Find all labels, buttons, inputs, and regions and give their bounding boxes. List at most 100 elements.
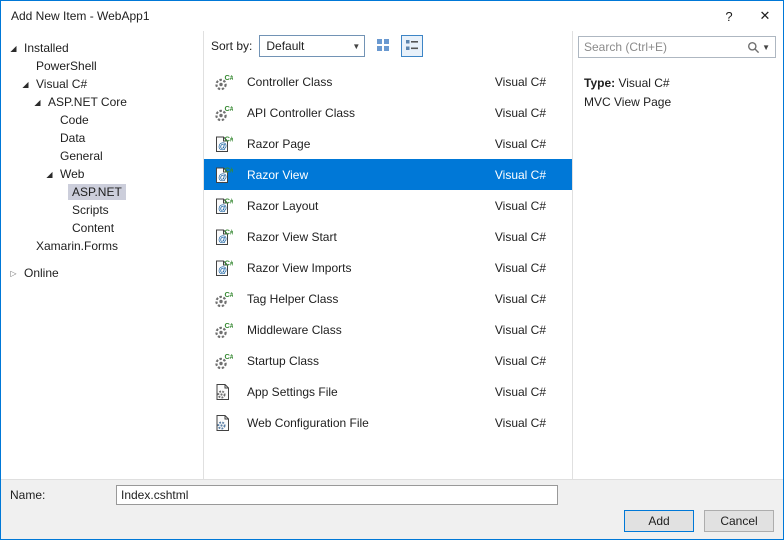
tree-item-label: Code [60,113,89,127]
details-panel: ▼ Type: Visual C# MVC View Page [572,31,783,479]
name-input[interactable] [116,485,558,505]
tree-expanded-arrow-icon[interactable]: ◢ [19,80,32,89]
sort-dropdown-value: Default [266,39,305,53]
svg-text:C#: C# [225,104,234,113]
template-item-razor-view-start[interactable]: @ C# Razor View Start Visual C# [204,221,572,252]
svg-text:C#: C# [225,73,234,82]
cancel-button[interactable]: Cancel [704,510,774,532]
template-details: Type: Visual C# MVC View Page [578,58,776,112]
template-panel: Sort by: Default ▼ C Controller Class Vi… [204,31,572,479]
template-item-language: Visual C# [494,105,546,120]
svg-text:C#: C# [225,134,234,143]
csharp-class-icon: C# [213,72,235,92]
tree-item-xamarin-forms[interactable]: Xamarin.Forms [1,237,203,255]
tree-item-label: Online [24,266,59,280]
template-item-language: Visual C# [494,167,546,182]
sort-dropdown[interactable]: Default ▼ [259,35,366,57]
svg-text:C#: C# [225,196,234,205]
tree-expanded-arrow-icon[interactable]: ◢ [7,44,20,53]
template-item-controller-class[interactable]: C# Controller Class Visual C# [204,66,572,97]
tree-item-label: General [60,149,103,163]
tree-item-label: Visual C# [36,77,88,91]
tree-item-visual-c[interactable]: ◢ Visual C# [1,75,203,93]
add-button[interactable]: Add [624,510,694,532]
template-item-app-settings-file[interactable]: App Settings File Visual C# [204,376,572,407]
tree-item-installed[interactable]: ◢ Installed [1,39,203,57]
tree-item-scripts[interactable]: Scripts [1,201,203,219]
tree-item-powershell[interactable]: PowerShell [1,57,203,75]
template-item-language: Visual C# [494,198,546,213]
csharp-class-icon: C# [213,320,235,340]
tree-item-web[interactable]: ◢ Web [1,165,203,183]
csharp-class-icon: C# [213,351,235,371]
template-item-razor-view-imports[interactable]: @ C# Razor View Imports Visual C# [204,252,572,283]
tree-item-asp-net[interactable]: ASP.NET [1,183,203,201]
razor-icon: @ C# [213,134,235,154]
list-view-button[interactable] [401,35,424,57]
template-item-language: Visual C# [494,74,546,89]
tree-collapsed-arrow-icon[interactable]: ▷ [7,269,20,278]
search-icon[interactable] [747,41,760,54]
template-item-web-configuration-file[interactable]: Web Configuration File Visual C# [204,407,572,438]
tree-item-data[interactable]: Data [1,129,203,147]
template-item-label: Razor View Start [247,229,337,244]
template-item-label: Controller Class [247,74,333,89]
tree-item-label: Data [60,131,86,145]
template-item-razor-page[interactable]: @ C# Razor Page Visual C# [204,128,572,159]
template-item-razor-layout[interactable]: @ C# Razor Layout Visual C# [204,190,572,221]
template-item-api-controller-class[interactable]: C# API Controller Class Visual C# [204,97,572,128]
tree-item-label: Xamarin.Forms [36,239,119,253]
small-icons-view-icon [376,38,390,55]
name-row: Name: [10,485,774,505]
svg-text:C#: C# [225,258,234,267]
template-item-razor-view[interactable]: @ C# Razor View Visual C# [204,159,572,190]
template-item-label: Startup Class [247,353,320,368]
template-item-language: Visual C# [494,322,546,337]
template-item-language: Visual C# [494,415,546,430]
tree-item-label: ASP.NET Core [48,95,127,109]
tree-expanded-arrow-icon[interactable]: ◢ [43,170,56,179]
tree-item-content[interactable]: Content [1,219,203,237]
template-item-language: Visual C# [494,291,546,306]
razor-icon: @ C# [213,196,235,216]
tree-item-code[interactable]: Code [1,111,203,129]
type-value: Visual C# [618,76,670,90]
template-item-startup-class[interactable]: C# Startup Class Visual C# [204,345,572,376]
titlebar: Add New Item - WebApp1 ? ✕ [1,1,783,31]
search-input[interactable] [579,40,748,54]
button-row: Add Cancel [10,510,774,532]
window-title: Add New Item - WebApp1 [11,9,150,23]
search-box: ▼ [578,36,776,58]
close-button[interactable]: ✕ [747,1,783,31]
template-item-language: Visual C# [494,353,546,368]
tree-item-label: ASP.NET [68,184,126,200]
csharp-class-icon: C# [213,103,235,123]
app-settings-icon [213,382,233,402]
template-item-label: Razor Page [247,136,311,151]
tree-expanded-arrow-icon[interactable]: ◢ [31,98,44,107]
template-item-language: Visual C# [494,384,546,399]
template-item-tag-helper-class[interactable]: C# Tag Helper Class Visual C# [204,283,572,314]
small-icons-view-button[interactable] [372,35,394,57]
template-type-row: Type: Visual C# [584,74,776,93]
svg-text:C#: C# [225,227,234,236]
tree-item-label: Web [60,167,85,181]
chevron-down-icon: ▼ [352,41,361,51]
template-item-language: Visual C# [494,260,546,275]
template-item-label: Tag Helper Class [247,291,339,306]
help-button[interactable]: ? [711,1,747,31]
template-item-label: API Controller Class [247,105,356,120]
list-view-icon [405,38,419,55]
tree-item-general[interactable]: General [1,147,203,165]
tree-item-online[interactable]: ▷ Online [1,264,203,282]
razor-icon: @ C# [213,165,235,185]
template-item-label: Razor View Imports [247,260,352,275]
template-item-middleware-class[interactable]: C# Middleware Class Visual C# [204,314,572,345]
svg-text:C#: C# [225,352,234,361]
template-item-label: App Settings File [247,384,338,399]
template-item-label: Web Configuration File [247,415,369,430]
sort-by-label: Sort by: [211,39,253,53]
search-chevron-down-icon[interactable]: ▼ [760,43,772,52]
tree-item-asp-net-core[interactable]: ◢ ASP.NET Core [1,93,203,111]
csharp-class-icon: C# [213,289,235,309]
